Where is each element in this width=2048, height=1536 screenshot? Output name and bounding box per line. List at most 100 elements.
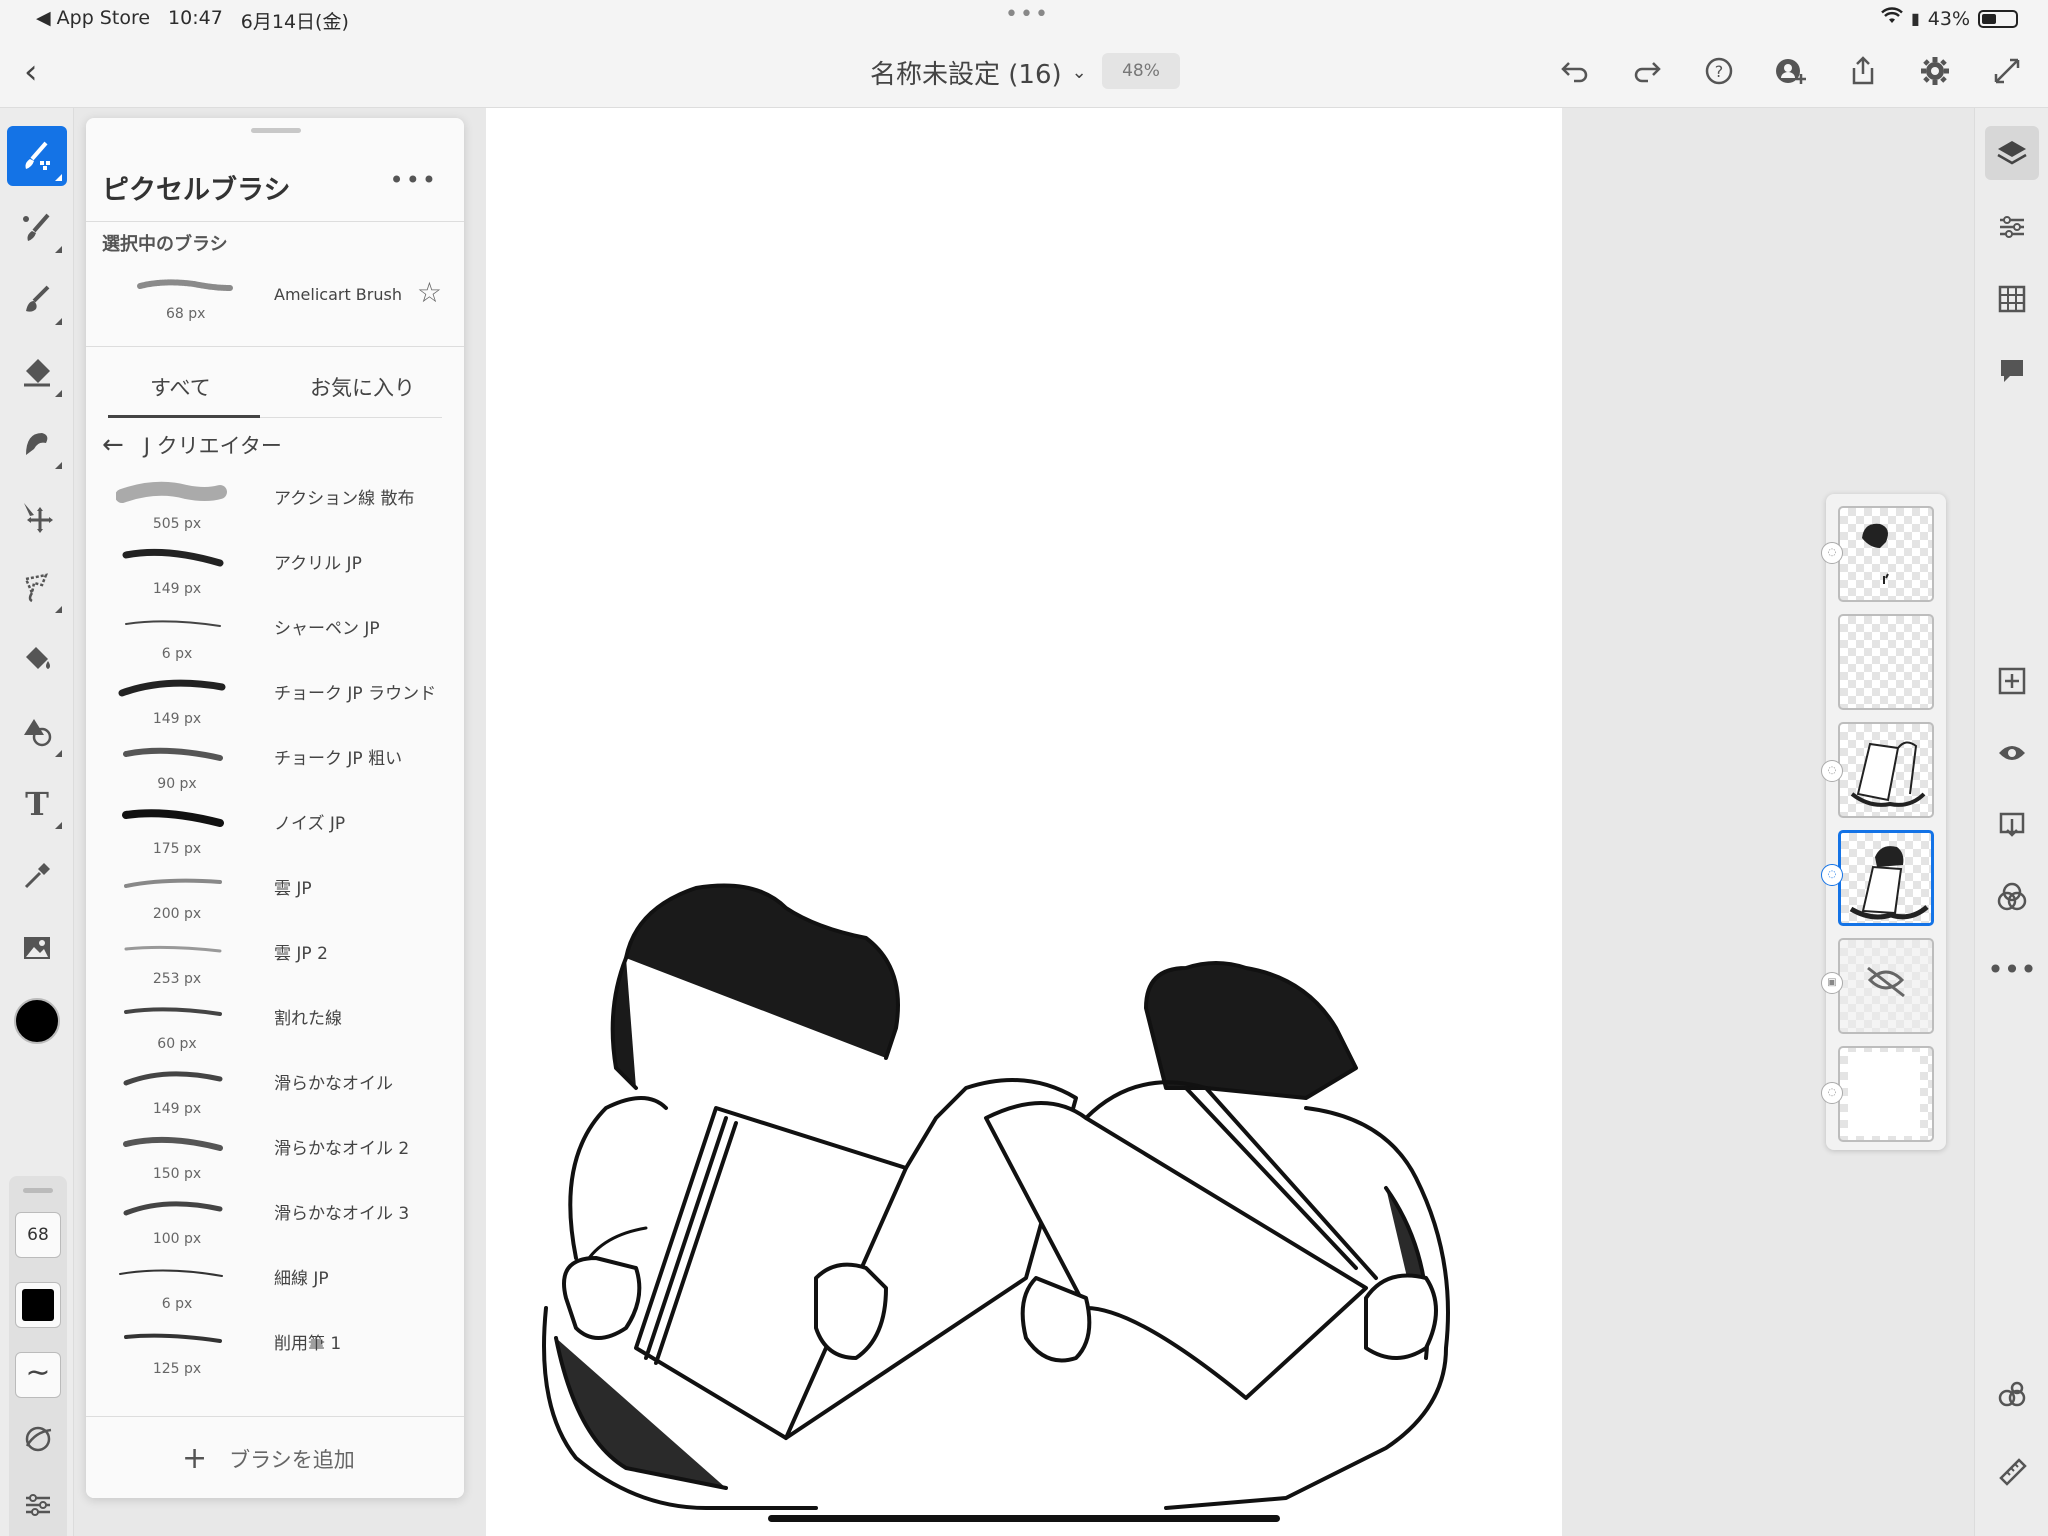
- share-icon[interactable]: [1842, 50, 1884, 92]
- zoom-level[interactable]: 48%: [1102, 53, 1180, 89]
- layer-thumbnail[interactable]: [1838, 506, 1934, 602]
- more-options-icon[interactable]: •••: [390, 166, 438, 194]
- selected-brush-preview: [137, 279, 233, 291]
- app-top-bar: ‹ 名称未設定 (16) ⌄ 48% ?: [0, 36, 2048, 108]
- brush-list-item[interactable]: 200 px 雲 JP: [86, 864, 464, 928]
- eyedropper-tool[interactable]: [7, 846, 67, 906]
- panel-drag-handle[interactable]: [251, 128, 301, 133]
- layer-handle[interactable]: ◌: [1821, 542, 1843, 564]
- brush-list-item[interactable]: 125 px 削用筆 1: [86, 1319, 464, 1383]
- category-name: J クリエイター: [143, 434, 282, 458]
- eraser-tool[interactable]: [7, 342, 67, 402]
- brush-list-item[interactable]: 6 px シャーペン JP: [86, 604, 464, 668]
- layer-thumbnail-hidden[interactable]: [1838, 938, 1934, 1034]
- brush-list-item[interactable]: 90 px チョーク JP 粗い: [86, 734, 464, 798]
- brush-list-item[interactable]: 175 px ノイズ JP: [86, 799, 464, 863]
- brush-size: 149 px: [152, 1101, 202, 1117]
- fullscreen-icon[interactable]: [1986, 50, 2028, 92]
- layer-handle-selected[interactable]: ◌: [1821, 864, 1843, 886]
- battery-icon: [1978, 9, 2018, 28]
- brush-name: チョーク JP 粗い: [274, 749, 403, 769]
- status-bar: ◀ App Store 10:47 6月14日(金) ••• ▮ 43%: [0, 0, 2048, 36]
- redo-icon[interactable]: [1626, 50, 1668, 92]
- ruler-icon[interactable]: [1985, 1444, 2039, 1498]
- pixel-brush-tool[interactable]: [7, 126, 67, 186]
- brush-list-item[interactable]: 505 px アクション線 散布: [86, 474, 464, 538]
- vector-brush-tool[interactable]: [7, 270, 67, 330]
- tab-favorites[interactable]: お気に入り: [310, 372, 415, 402]
- brush-size: 253 px: [152, 971, 202, 987]
- comments-icon[interactable]: [1985, 344, 2039, 398]
- live-brush-tool[interactable]: [7, 198, 67, 258]
- document-title: 名称未設定 (16): [870, 60, 1062, 90]
- brush-settings-sliders-icon[interactable]: [15, 1488, 61, 1534]
- text-tool[interactable]: T: [7, 774, 67, 834]
- layer-thumbnail[interactable]: [1838, 722, 1934, 818]
- home-indicator[interactable]: [768, 1515, 1280, 1522]
- brush-smoothing-control[interactable]: ∼: [15, 1352, 61, 1398]
- brush-stroke-preview: [124, 1333, 222, 1343]
- brush-name: アクション線 散布: [274, 489, 415, 509]
- brush-list-item[interactable]: 150 px 滑らかなオイル 2: [86, 1124, 464, 1188]
- back-button[interactable]: ‹: [24, 52, 64, 92]
- adjustments-icon[interactable]: [1985, 1368, 2039, 1422]
- favorite-star-icon[interactable]: ☆: [417, 276, 442, 309]
- grid-icon[interactable]: [1985, 272, 2039, 326]
- brush-list-item[interactable]: 6 px 細線 JP: [86, 1254, 464, 1318]
- add-layer-icon[interactable]: [1985, 654, 2039, 708]
- brush-size: 150 px: [152, 1166, 202, 1182]
- multitask-dots[interactable]: •••: [1005, 2, 1050, 27]
- divider: [86, 221, 464, 222]
- layer-handle[interactable]: ◌: [1821, 1082, 1843, 1104]
- brush-size: 125 px: [152, 1361, 202, 1377]
- shapes-tool[interactable]: [7, 702, 67, 762]
- back-to-app-link[interactable]: ◀ App Store: [36, 7, 150, 34]
- left-toolbar: T 68 ∼: [0, 108, 74, 1536]
- category-breadcrumb[interactable]: ← J クリエイター: [102, 430, 282, 460]
- brush-list-item[interactable]: 149 px チョーク JP ラウンド: [86, 669, 464, 733]
- layers-panel: ◌ ◌ ◌ ▣ ◌: [1821, 494, 1946, 1150]
- brush-size-control[interactable]: 68: [15, 1212, 61, 1258]
- add-brush-button[interactable]: + ブラシを追加: [86, 1416, 464, 1498]
- layer-properties-icon[interactable]: [1985, 200, 2039, 254]
- paint-bucket-tool[interactable]: [7, 630, 67, 690]
- brush-list-item[interactable]: 100 px 滑らかなオイル 3: [86, 1189, 464, 1253]
- layers-icon[interactable]: [1985, 126, 2039, 180]
- brush-size: 505 px: [152, 516, 202, 532]
- help-icon[interactable]: ?: [1698, 50, 1740, 92]
- brush-opacity-control[interactable]: [15, 1282, 61, 1328]
- brush-list-item[interactable]: 253 px 雲 JP 2: [86, 929, 464, 993]
- visibility-eye-icon[interactable]: [1985, 726, 2039, 780]
- panel-title: ピクセルブラシ: [102, 175, 291, 206]
- merge-down-icon[interactable]: [1985, 798, 2039, 852]
- smudge-tool[interactable]: [7, 414, 67, 474]
- layer-handle[interactable]: ◌: [1821, 760, 1843, 782]
- settings-gear-icon[interactable]: [1914, 50, 1956, 92]
- lasso-select-tool[interactable]: [7, 558, 67, 618]
- blend-mode-icon[interactable]: [1985, 870, 2039, 924]
- pressure-icon[interactable]: [15, 1422, 61, 1468]
- layer-thumbnail-background[interactable]: [1838, 1046, 1934, 1142]
- color-picker-swatch[interactable]: [14, 998, 60, 1044]
- brush-name: 細線 JP: [274, 1269, 329, 1289]
- brush-list-item[interactable]: 60 px 割れた線: [86, 994, 464, 1058]
- invite-user-icon[interactable]: [1770, 50, 1812, 92]
- move-transform-tool[interactable]: [7, 486, 67, 546]
- layer-thumbnail-selected[interactable]: [1838, 830, 1934, 926]
- brush-stroke-preview: [124, 945, 222, 953]
- brush-list-item[interactable]: 149 px 滑らかなオイル: [86, 1059, 464, 1123]
- chevron-down-icon: ⌄: [1071, 62, 1087, 83]
- more-layer-options-icon[interactable]: •••: [1985, 942, 2039, 996]
- layer-handle[interactable]: ▣: [1821, 972, 1843, 994]
- brush-list-item[interactable]: 149 px アクリル JP: [86, 539, 464, 603]
- tab-all[interactable]: すべて: [150, 372, 211, 402]
- undo-icon[interactable]: [1554, 50, 1596, 92]
- brush-stroke-preview: [116, 481, 227, 503]
- document-title-button[interactable]: 名称未設定 (16) ⌄: [870, 54, 1087, 91]
- divider: [86, 346, 464, 347]
- drawing-canvas[interactable]: [486, 108, 1562, 1536]
- layer-thumbnail[interactable]: [1838, 614, 1934, 710]
- image-insert-tool[interactable]: [7, 918, 67, 978]
- arrow-left-icon[interactable]: ←: [102, 430, 124, 460]
- panel-handle[interactable]: [23, 1188, 53, 1193]
